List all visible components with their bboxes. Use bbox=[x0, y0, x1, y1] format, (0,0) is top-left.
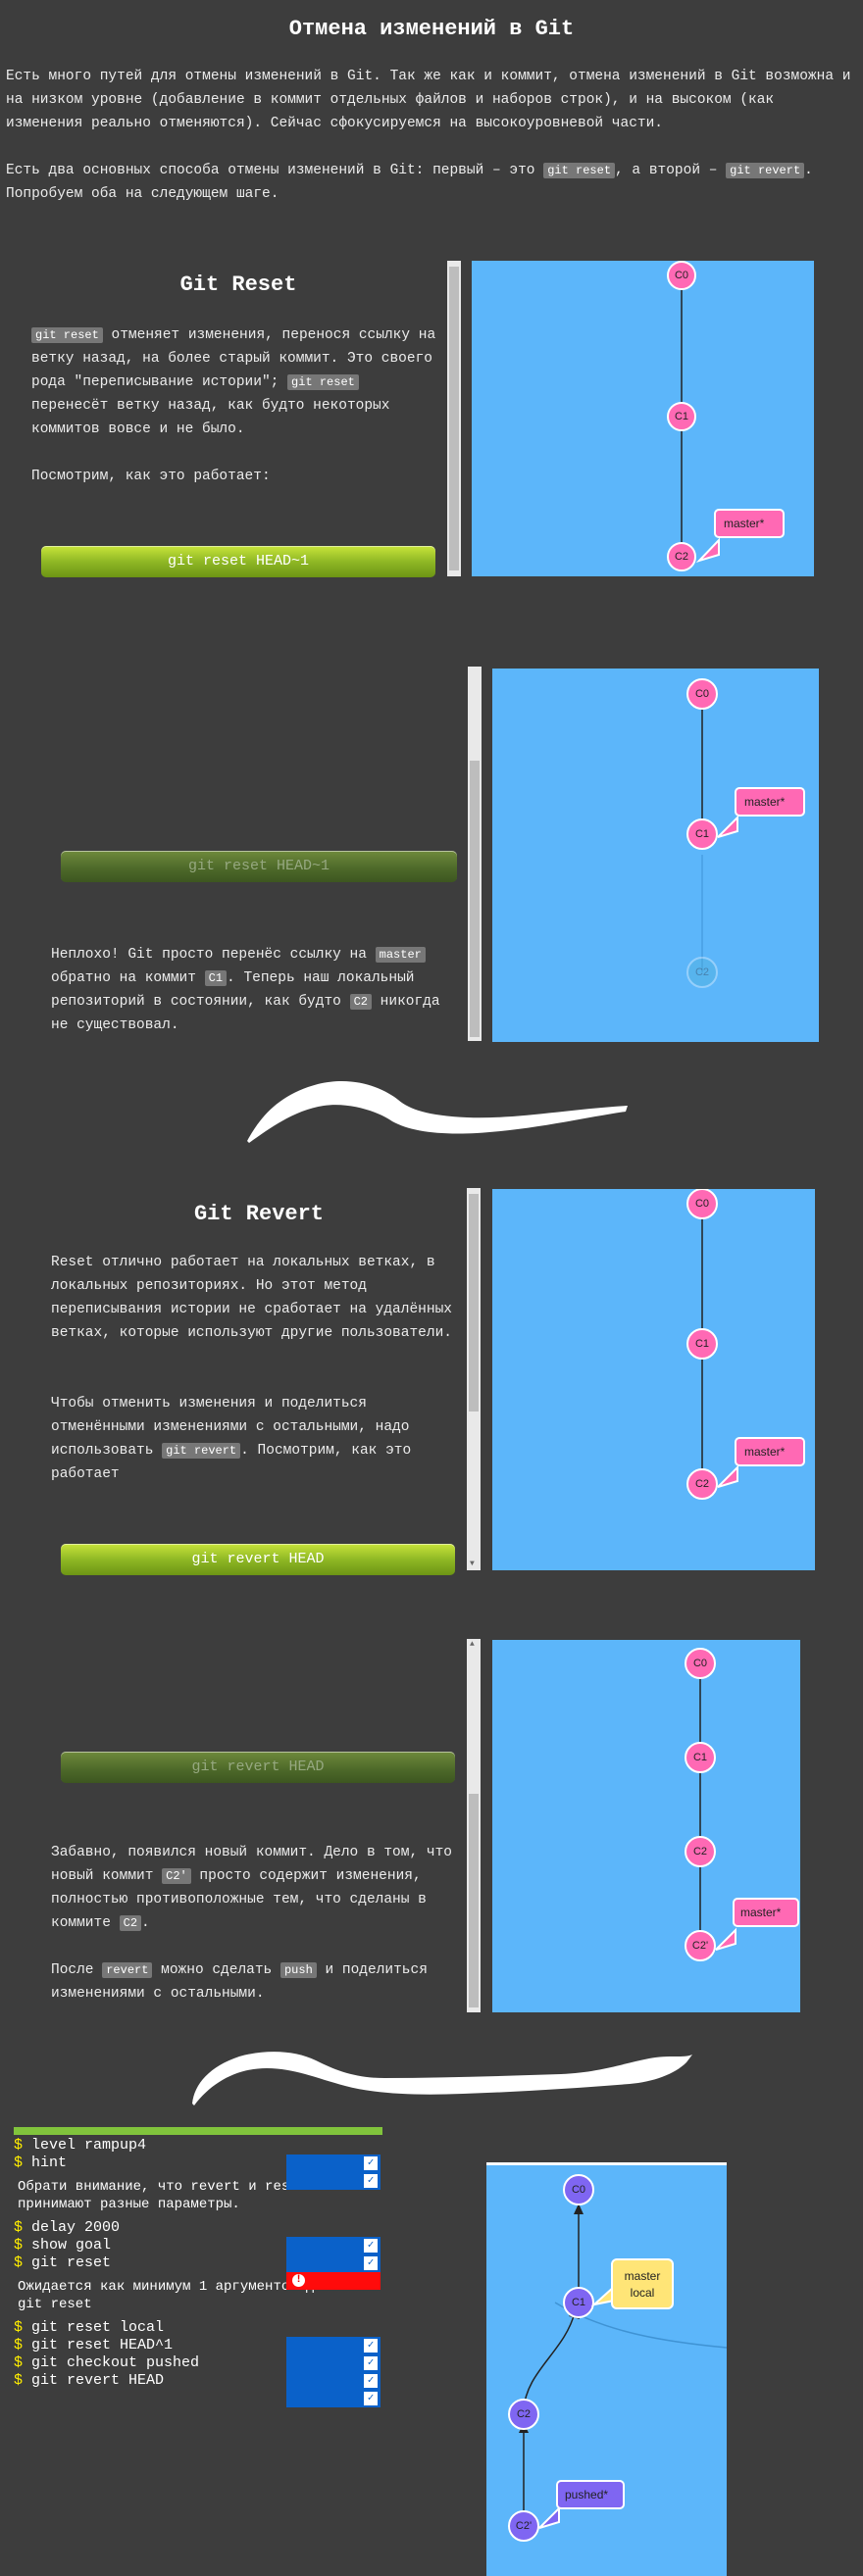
scrollbar[interactable]: ▲ bbox=[467, 1639, 481, 2012]
terminal-line: $ git reset HEAD^1 ✓ bbox=[14, 2337, 382, 2372]
commit-node: C2' bbox=[508, 2510, 539, 2542]
page-title: Отмена изменений в Git bbox=[288, 17, 575, 41]
svg-text:C2': C2' bbox=[692, 1940, 708, 1952]
svg-text:C0: C0 bbox=[695, 1198, 709, 1210]
svg-text:C2: C2 bbox=[517, 2408, 531, 2420]
reset-prompt: Посмотрим, как это работает: bbox=[31, 469, 271, 484]
brush-divider bbox=[247, 1081, 628, 1143]
error-indicator: ! bbox=[286, 2272, 381, 2290]
terminal-line: $ git checkout pushed ✓ bbox=[14, 2354, 382, 2390]
svg-text:C0: C0 bbox=[693, 1658, 707, 1669]
git-revert-button[interactable]: git revert HEAD bbox=[61, 1544, 455, 1575]
svg-text:C1: C1 bbox=[572, 2297, 585, 2308]
terminal-line: $ hint ✓ bbox=[14, 2155, 382, 2190]
intro-paragraph-1: Есть много путей для отмены изменений в … bbox=[6, 69, 851, 131]
svg-text:master*: master* bbox=[744, 795, 786, 809]
commit-node: C2 bbox=[685, 1836, 716, 1867]
svg-text:C0: C0 bbox=[572, 2184, 585, 2196]
svg-text:C1: C1 bbox=[675, 411, 688, 422]
commit-node: C0 bbox=[667, 261, 696, 290]
scrollbar-thumb[interactable] bbox=[449, 267, 459, 570]
scroll-up-icon[interactable]: ▲ bbox=[470, 1640, 475, 1649]
terminal-line: $ show goal ✓ bbox=[14, 2237, 382, 2272]
check-icon: ✓ bbox=[364, 2392, 378, 2405]
reset-title: Git Reset bbox=[179, 272, 297, 297]
svg-text:C0: C0 bbox=[695, 688, 709, 700]
commit-node: C2' bbox=[685, 1930, 716, 1961]
svg-text:pushed*: pushed* bbox=[565, 2488, 608, 2502]
svg-text:master: master bbox=[625, 2269, 661, 2283]
git-revert-button-done[interactable]: git revert HEAD bbox=[61, 1752, 455, 1783]
revert-title: Git Revert bbox=[193, 1202, 325, 1226]
scrollbar[interactable]: ▼ bbox=[467, 1188, 481, 1570]
revert-description: Reset отлично работает на локальных ветк… bbox=[51, 1255, 452, 1341]
terminal-line: $ level rampup4 ✓ bbox=[14, 2137, 382, 2172]
commit-node: C1 bbox=[686, 1328, 718, 1360]
commit-node: C1 bbox=[667, 402, 696, 431]
branch-label-master: master* bbox=[715, 1898, 799, 1951]
scrollbar-thumb[interactable] bbox=[470, 761, 480, 1037]
svg-text:C2: C2 bbox=[693, 1846, 707, 1858]
svg-text:C0: C0 bbox=[675, 270, 688, 281]
revert-result-text: Забавно, появился новый коммит. Дело в т… bbox=[51, 1845, 452, 1931]
commit-node: C2 bbox=[508, 2399, 539, 2430]
scroll-down-icon[interactable]: ▼ bbox=[470, 1560, 475, 1568]
error-icon: ! bbox=[292, 2274, 305, 2287]
branch-label-master-local: master local bbox=[590, 2258, 674, 2309]
commit-node: C1 bbox=[563, 2287, 594, 2318]
branch-label-master: master* bbox=[717, 1437, 805, 1488]
svg-text:local: local bbox=[631, 2286, 655, 2300]
commit-node-faded: C2 bbox=[686, 957, 718, 988]
scrollbar[interactable] bbox=[447, 261, 461, 576]
success-indicator: ✓ bbox=[286, 2390, 381, 2407]
branch-label-pushed: pushed* bbox=[538, 2480, 625, 2529]
svg-text:C2: C2 bbox=[675, 551, 688, 563]
code-git-revert: git revert bbox=[726, 163, 805, 178]
svg-text:C1: C1 bbox=[695, 828, 709, 840]
reset-description: git reset отменяет изменения, перенося с… bbox=[31, 327, 436, 437]
revert-push-text: После revert можно сделать push и подели… bbox=[51, 1962, 428, 2002]
reset-result-text: Неплохо! Git просто перенёс ссылку на ma… bbox=[51, 947, 440, 1033]
svg-text:C1: C1 bbox=[693, 1752, 707, 1763]
commit-tree-reset-1: C0 C1 C2 master* bbox=[472, 261, 814, 576]
commit-node: C0 bbox=[686, 678, 718, 710]
svg-text:master*: master* bbox=[744, 1445, 786, 1459]
commit-tree-reset-2: C0 C1 C2 master* bbox=[492, 669, 819, 1042]
terminal-line: $ git revert HEAD ✓ bbox=[14, 2372, 382, 2407]
code-git-reset: git reset bbox=[543, 163, 616, 178]
revert-description-2: Чтобы отменить изменения и поделиться от… bbox=[51, 1396, 412, 1482]
commit-node: C0 bbox=[686, 1189, 718, 1219]
svg-text:C2: C2 bbox=[695, 966, 709, 978]
svg-text:C1: C1 bbox=[695, 1338, 709, 1350]
terminal-line: $ git reset local ✓ bbox=[14, 2319, 382, 2354]
svg-text:C2': C2' bbox=[516, 2520, 532, 2532]
branch-label-master: master* bbox=[717, 787, 805, 838]
commit-tree-revert-1: C0 C1 C2 master* bbox=[492, 1189, 815, 1570]
commit-node: C2 bbox=[667, 542, 696, 571]
git-reset-button-done[interactable]: git reset HEAD~1 bbox=[61, 851, 457, 882]
commit-node: C0 bbox=[685, 1648, 716, 1679]
scrollbar-thumb[interactable] bbox=[469, 1794, 479, 2007]
check-icon: ✓ bbox=[364, 2174, 378, 2188]
svg-text:master*: master* bbox=[740, 1906, 782, 1919]
svg-text:master*: master* bbox=[724, 517, 765, 530]
commit-node: C2 bbox=[686, 1468, 718, 1500]
terminal-line: $ git reset! bbox=[14, 2254, 382, 2290]
commit-node: C1 bbox=[685, 1742, 716, 1773]
brush-divider bbox=[192, 2052, 692, 2105]
terminal-top-bar bbox=[14, 2127, 382, 2135]
scrollbar-thumb[interactable] bbox=[469, 1194, 479, 1412]
commit-tree-revert-2: C0 C1 C2 C2' master* bbox=[492, 1640, 800, 2012]
success-indicator: ✓ bbox=[286, 2172, 381, 2190]
terminal-line: $ delay 2000 ✓ bbox=[14, 2219, 382, 2254]
terminal: $ level rampup4 ✓ $ hint ✓ Обрати внимание… bbox=[14, 2137, 382, 2407]
commit-node: C1 bbox=[686, 818, 718, 850]
branch-label-master: master* bbox=[695, 509, 785, 564]
goal-commit-tree: C0 C1 C2 C2' master local pushed* bbox=[486, 2165, 727, 2576]
svg-text:C2: C2 bbox=[695, 1478, 709, 1490]
git-reset-button[interactable]: git reset HEAD~1 bbox=[41, 546, 435, 577]
commit-node: C0 bbox=[563, 2174, 594, 2205]
scrollbar[interactable] bbox=[468, 667, 482, 1041]
intro-paragraph-2: Есть два основных способа отмены изменен… bbox=[6, 163, 813, 202]
